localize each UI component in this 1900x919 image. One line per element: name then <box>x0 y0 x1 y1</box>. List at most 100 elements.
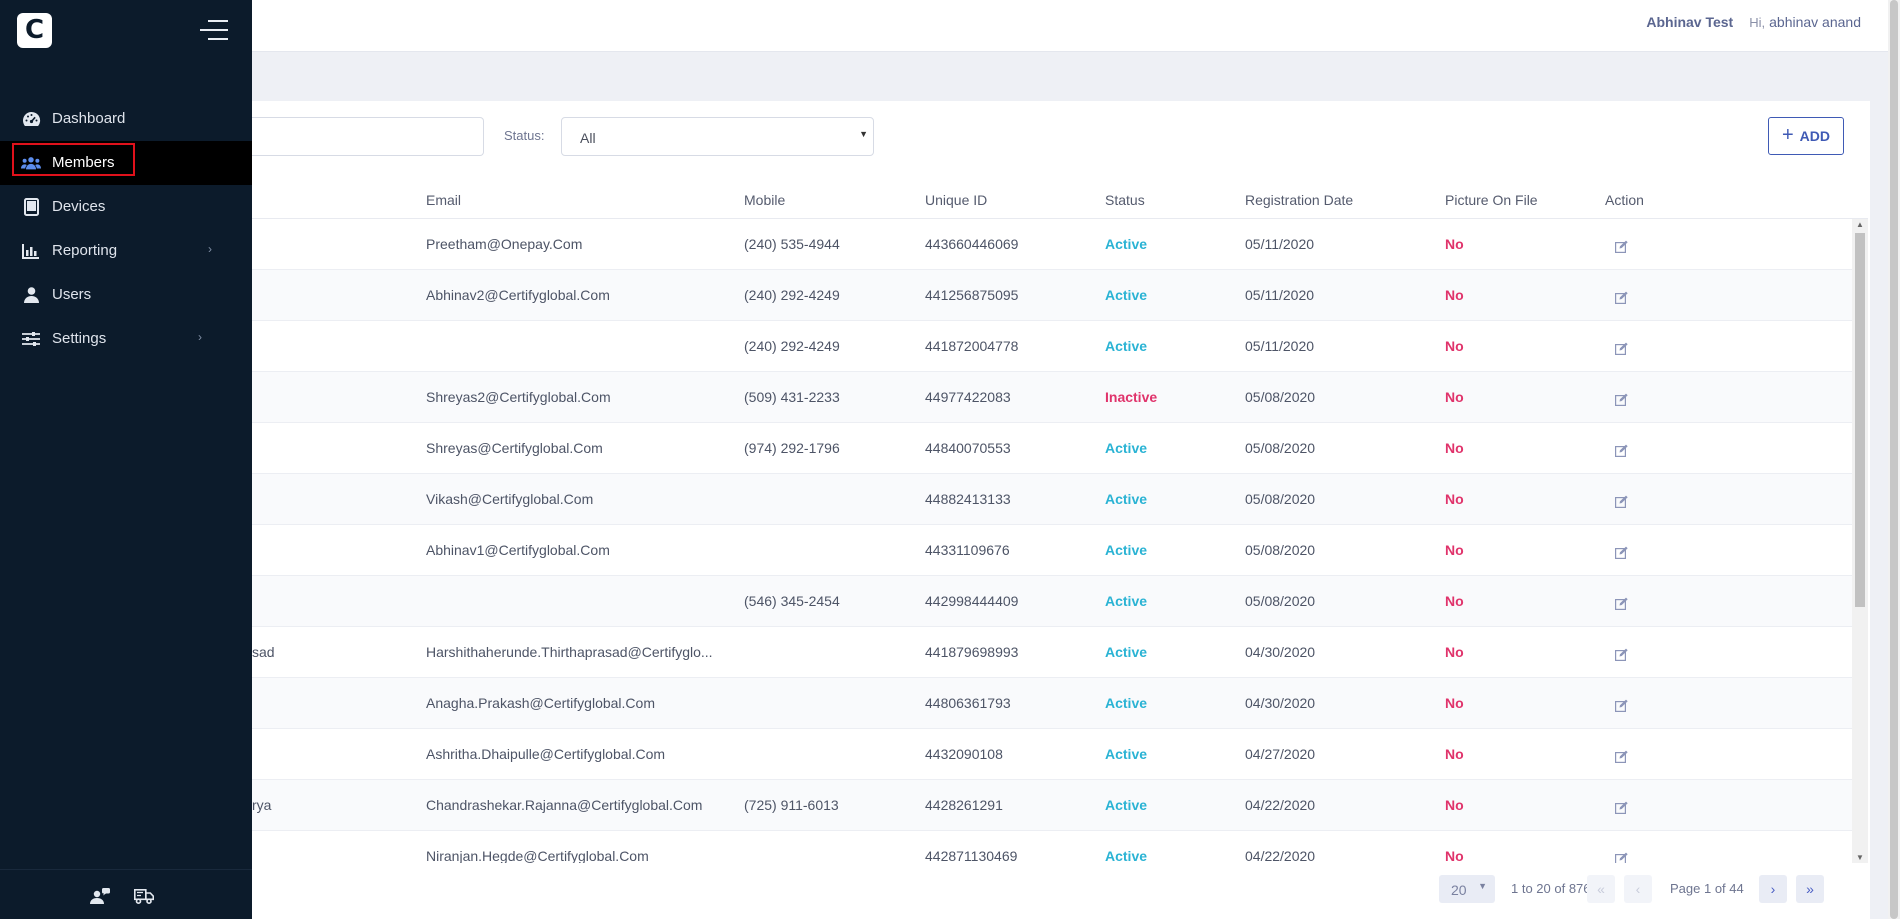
sidebar-item-users[interactable]: Users <box>0 273 252 317</box>
member-email-cell: Abhinav1@Certifyglobal.Com <box>426 542 610 558</box>
member-unique-id-cell: 441879698993 <box>925 644 1019 660</box>
hamburger-menu-icon[interactable] <box>200 20 228 40</box>
member-mobile-cell: (974) 292-1796 <box>744 440 840 456</box>
member-name-cell <box>252 576 402 627</box>
column-header-registration-date[interactable]: Registration Date <box>1245 181 1353 219</box>
table-scrollbar[interactable]: ▲ ▼ <box>1852 219 1868 863</box>
scrollbar-thumb[interactable] <box>1855 233 1865 607</box>
truck-icon[interactable] <box>134 888 155 909</box>
last-page-icon[interactable]: » <box>1796 875 1824 903</box>
edit-icon[interactable] <box>1615 525 1655 576</box>
sidebar-item-reporting[interactable]: Reporting › <box>0 229 252 273</box>
user-icon <box>21 285 41 305</box>
member-unique-id-cell: 44882413133 <box>925 491 1011 507</box>
member-name-cell <box>252 831 402 863</box>
member-name-cell <box>252 270 402 321</box>
status-badge: Active <box>1105 695 1148 711</box>
add-member-button[interactable]: + ADD <box>1768 117 1844 155</box>
chevron-right-icon: › <box>198 330 202 344</box>
column-header-status[interactable]: Status <box>1105 181 1145 219</box>
edit-icon[interactable] <box>1615 576 1655 627</box>
tablet-device-icon <box>21 197 41 217</box>
table-row[interactable]: (240) 292-4249 441872004778 Active 05/11/20… <box>252 321 1852 372</box>
sidebar-item-label: Members <box>52 154 115 171</box>
registration-date-cell: 05/11/2020 <box>1245 338 1315 354</box>
pagination-range: 1 to 20 of 876 <box>1511 881 1591 896</box>
scroll-up-icon[interactable]: ▲ <box>1856 220 1864 229</box>
edit-icon[interactable] <box>1615 321 1655 372</box>
status-badge: Active <box>1105 338 1148 354</box>
member-name-cell <box>252 372 402 423</box>
table-row[interactable]: Shreyas@Certifyglobal.Com (974) 292-1796 4… <box>252 423 1852 474</box>
search-input[interactable] <box>252 117 484 156</box>
caret-down-icon: ▼ <box>1478 881 1487 891</box>
window-scrollbar[interactable] <box>1888 0 1900 919</box>
scroll-down-icon[interactable]: ▼ <box>1856 853 1864 862</box>
table-row[interactable]: Ashritha.Dhaipulle@Certifyglobal.Com 4432… <box>252 729 1852 780</box>
first-page-icon[interactable]: « <box>1587 875 1615 903</box>
member-name-cell <box>252 321 402 372</box>
edit-icon[interactable] <box>1615 627 1655 678</box>
org-name[interactable]: Abhinav Test <box>1646 14 1733 30</box>
picture-on-file-cell: No <box>1445 848 1464 863</box>
registration-date-cell: 05/08/2020 <box>1245 491 1316 507</box>
column-header-mobile[interactable]: Mobile <box>744 181 785 219</box>
sidebar-item-label: Dashboard <box>52 110 126 127</box>
status-badge: Active <box>1105 593 1148 609</box>
sidebar-item-settings[interactable]: Settings › <box>0 317 252 361</box>
edit-icon[interactable] <box>1615 219 1655 270</box>
column-header-picture-on-file[interactable]: Picture On File <box>1445 181 1538 219</box>
edit-icon[interactable] <box>1615 780 1655 831</box>
member-unique-id-cell: 4428261291 <box>925 797 1003 813</box>
edit-icon[interactable] <box>1615 729 1655 780</box>
member-name-cell <box>252 423 402 474</box>
edit-icon[interactable] <box>1615 372 1655 423</box>
logo-letter: C <box>24 15 45 45</box>
column-header-email[interactable]: Email <box>426 181 461 219</box>
member-email-cell: Chandrashekar.Rajanna@Certifyglobal.Com <box>426 797 703 813</box>
table-row[interactable]: (546) 345-2454 442998444409 Active 05/08/20… <box>252 576 1852 627</box>
table-row[interactable]: Niranjan.Hegde@Certifyglobal.Com 44287113… <box>252 831 1852 863</box>
prev-page-icon[interactable]: ‹ <box>1624 875 1652 903</box>
table-row[interactable]: sad Harshithaherunde.Thirthaprasad@Certif… <box>252 627 1852 678</box>
member-mobile-cell <box>744 627 904 678</box>
member-unique-id-cell: 44331109676 <box>925 542 1010 558</box>
status-filter-value: All <box>580 130 596 146</box>
table-row[interactable]: Shreyas2@Certifyglobal.Com (509) 431-2233… <box>252 372 1852 423</box>
picture-on-file-cell: No <box>1445 593 1464 609</box>
caret-down-icon: ▼ <box>859 129 868 139</box>
app-logo[interactable]: C <box>17 13 52 48</box>
page-indicator: Page 1 of 44 <box>1670 881 1744 896</box>
table-row[interactable]: Preetham@Onepay.Com (240) 535-4944 4436604… <box>252 219 1852 270</box>
window-scrollbar-thumb[interactable] <box>1890 0 1898 919</box>
edit-icon[interactable] <box>1615 270 1655 321</box>
sidebar-item-label: Users <box>52 286 92 303</box>
sidebar-item-dashboard[interactable]: Dashboard <box>0 97 252 141</box>
table-row[interactable]: Anagha.Prakash@Certifyglobal.Com 44806361… <box>252 678 1852 729</box>
table-row[interactable]: Vikash@Certifyglobal.Com 44882413133 Activ… <box>252 474 1852 525</box>
sidebar-item-devices[interactable]: Devices <box>0 185 252 229</box>
picture-on-file-cell: No <box>1445 287 1464 303</box>
member-email-cell: Anagha.Prakash@Certifyglobal.Com <box>426 695 655 711</box>
picture-on-file-cell: No <box>1445 644 1464 660</box>
member-email-cell <box>426 576 726 627</box>
sidebar-item-members[interactable]: Members <box>0 141 252 185</box>
edit-icon[interactable] <box>1615 678 1655 729</box>
next-page-icon[interactable]: › <box>1759 875 1787 903</box>
status-filter-select[interactable]: All ▼ <box>561 117 874 156</box>
member-mobile-cell <box>744 831 904 863</box>
member-name-cell <box>252 525 402 576</box>
picture-on-file-cell: No <box>1445 797 1464 813</box>
edit-icon[interactable] <box>1615 423 1655 474</box>
edit-icon[interactable] <box>1615 474 1655 525</box>
column-header-unique-id[interactable]: Unique ID <box>925 181 987 219</box>
table-row[interactable]: rya Chandrashekar.Rajanna@Certifyglobal.C… <box>252 780 1852 831</box>
page-size-select[interactable]: 20 ▼ <box>1439 875 1495 903</box>
member-mobile-cell <box>744 729 904 780</box>
table-row[interactable]: Abhinav1@Certifyglobal.Com 44331109676 Act… <box>252 525 1852 576</box>
sidebar-item-label: Reporting <box>52 242 118 259</box>
table-row[interactable]: Abhinav2@Certifyglobal.Com (240) 292-4249… <box>252 270 1852 321</box>
edit-icon[interactable] <box>1615 831 1655 863</box>
greeting[interactable]: Hi, abhinav anand <box>1749 14 1861 30</box>
user-chat-icon[interactable] <box>90 888 110 909</box>
